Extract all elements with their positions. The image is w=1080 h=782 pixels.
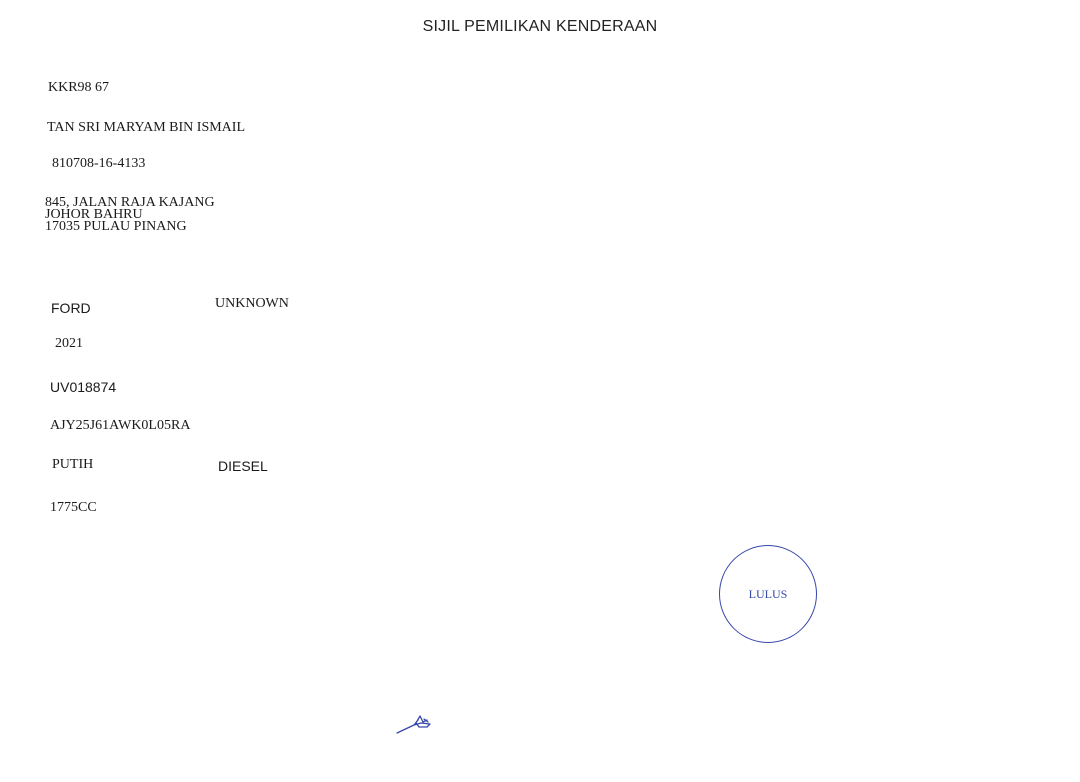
owner-name: TAN SRI MARYAM BIN ISMAIL bbox=[47, 120, 246, 135]
vehicle-color: PUTIH bbox=[52, 457, 94, 472]
registration-number: KKR98 67 bbox=[48, 80, 110, 95]
vehicle-year: 2021 bbox=[55, 336, 83, 351]
address-line-3: 17035 PULAU PINANG bbox=[45, 219, 187, 234]
owner-ic-number: 810708-16-4133 bbox=[52, 156, 146, 171]
chassis-number: AJY25J61AWK0L05RA bbox=[50, 418, 191, 433]
owner-address: 845, JALAN RAJA KAJANG JOHOR BAHRU 17035… bbox=[45, 196, 215, 234]
engine-capacity: 1775CC bbox=[50, 500, 97, 515]
document-title: SIJIL PEMILIKAN KENDERAAN bbox=[422, 18, 658, 35]
approval-stamp: LULUS bbox=[719, 545, 817, 643]
vehicle-make: FORD bbox=[51, 300, 91, 316]
stamp-label: LULUS bbox=[748, 587, 788, 601]
vehicle-model: UNKNOWN bbox=[215, 296, 289, 311]
engine-number: UV018874 bbox=[50, 379, 117, 395]
fuel-type: DIESEL bbox=[218, 458, 268, 474]
handwritten-signature-icon bbox=[396, 715, 431, 734]
